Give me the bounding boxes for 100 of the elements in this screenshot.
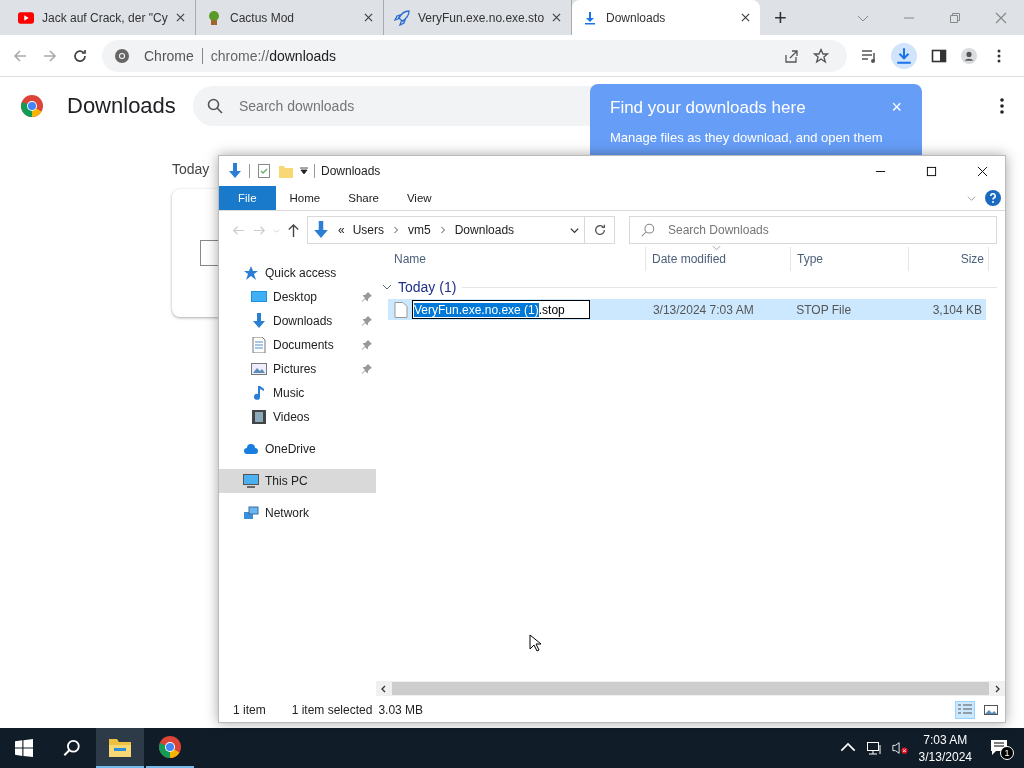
column-header[interactable]: Date modified [646, 247, 791, 271]
more-options-icon[interactable] [1000, 98, 1004, 114]
nav-item[interactable]: Pictures [219, 357, 376, 381]
search-icon [641, 223, 655, 237]
column-header[interactable]: Size [909, 247, 989, 271]
window-title: Downloads [321, 164, 381, 178]
breadcrumb[interactable]: vm5 [408, 223, 431, 237]
reload-icon[interactable] [72, 47, 88, 64]
url-text: chrome://downloads [210, 47, 337, 64]
dropdown-icon[interactable] [300, 167, 308, 175]
browser-tab[interactable]: Jack auf Crack, der "Cy [8, 0, 196, 35]
close-icon[interactable] [977, 165, 988, 177]
address-bar[interactable]: Chrome chrome://downloads [102, 39, 847, 72]
search-icon [207, 98, 223, 114]
page-title: Downloads [67, 93, 177, 119]
share-icon[interactable] [783, 47, 799, 64]
nav-item[interactable]: Network [219, 501, 376, 525]
nav-item[interactable]: Desktop [219, 285, 376, 309]
volume-muted-icon[interactable] [891, 740, 908, 756]
item-count: 1 item [233, 703, 266, 717]
desktop-icon [251, 289, 267, 305]
overflow-chevron[interactable]: « [338, 223, 345, 237]
new-tab-button[interactable]: + [774, 4, 787, 31]
site-label: Chrome [144, 47, 203, 64]
address-field[interactable]: « Users vm5 Downloads [307, 216, 585, 244]
file-row[interactable]: VeryFun.exe.no.exe (1).stop 3/13/2024 7:03 AM STOP File 3,104 KB [388, 299, 986, 320]
nav-item[interactable]: Documents [219, 333, 376, 357]
refresh-icon [592, 223, 607, 237]
size-cell-text: 3,104 KB [931, 302, 983, 317]
music-note-icon [251, 385, 267, 401]
ribbon-tab[interactable]: Home [275, 186, 335, 210]
scroll-right-icon[interactable] [993, 684, 1001, 693]
media-queue-icon[interactable] [861, 47, 877, 64]
cactus-icon [206, 9, 222, 26]
downloads-button[interactable] [891, 42, 917, 69]
rename-field[interactable]: VeryFun.exe.no.exe (1).stop [412, 300, 590, 319]
nav-item[interactable]: Videos [219, 405, 376, 429]
rocket-icon [394, 9, 410, 26]
chrome-logo-icon [158, 735, 182, 759]
type-cell-text: STOP File [795, 302, 853, 317]
close-icon[interactable] [741, 13, 750, 22]
download-arrow-icon [312, 221, 330, 239]
group-header[interactable]: Today (1) [398, 279, 457, 295]
refresh-button[interactable] [585, 216, 615, 244]
side-panel-icon[interactable] [931, 47, 947, 64]
notification-center-button[interactable]: 1 [982, 728, 1018, 768]
network-icon [243, 505, 259, 521]
column-header[interactable]: Type [791, 247, 909, 271]
close-icon[interactable] [364, 13, 373, 22]
sort-indicator-icon [712, 245, 721, 251]
file-icon [394, 301, 408, 318]
star-icon[interactable] [813, 47, 829, 64]
nav-item[interactable]: Music [219, 381, 376, 405]
file-explorer-taskbar-button[interactable] [96, 728, 144, 768]
nav-item[interactable]: OneDrive [219, 437, 376, 461]
promo-text: Manage files as they download, and open them [610, 130, 884, 145]
browser-tab[interactable]: Downloads [572, 0, 760, 35]
properties-icon[interactable] [256, 163, 272, 179]
close-icon[interactable] [176, 13, 185, 22]
breadcrumb[interactable]: Users [352, 223, 385, 237]
selection-size: 3.03 MB [378, 703, 424, 717]
up-arrow-icon[interactable] [286, 222, 301, 238]
film-icon [251, 409, 267, 425]
selection-info: 1 item selected [291, 703, 373, 717]
download-icon [895, 46, 913, 65]
date-cell-text: 3/13/2024 7:03 AM [651, 302, 755, 317]
clock-date[interactable]: 3/13/2024 [918, 749, 972, 764]
network-icon[interactable] [865, 740, 882, 756]
document-icon [251, 337, 267, 353]
ribbon-tab[interactable]: File [219, 186, 276, 210]
help-icon[interactable] [985, 190, 1001, 206]
download-arrow-icon [227, 163, 243, 179]
chrome-logo-icon [114, 47, 130, 64]
nav-item[interactable]: Quick access [219, 261, 376, 285]
star-icon [243, 265, 259, 281]
horizontal-scrollbar[interactable] [376, 681, 1005, 696]
close-icon[interactable] [552, 13, 562, 22]
scroll-left-icon[interactable] [380, 684, 388, 693]
section-label: Today [172, 161, 210, 177]
ribbon-tab[interactable]: View [392, 186, 446, 210]
folder-icon [108, 736, 132, 758]
chrome-logo-icon [20, 94, 44, 118]
ribbon-tab[interactable]: Share [334, 186, 393, 210]
promo-title: Find your downloads here [610, 98, 806, 118]
clock-time[interactable]: 7:03 AM [923, 732, 968, 747]
nav-item[interactable]: This PC [219, 469, 376, 493]
list-icon [957, 703, 973, 717]
play-icon [18, 9, 34, 26]
maximize-icon[interactable] [926, 165, 937, 177]
pictures-icon [251, 361, 267, 377]
nav-item[interactable]: Downloads [219, 309, 376, 333]
profile-avatar-icon[interactable] [961, 47, 977, 64]
breadcrumb[interactable]: Downloads [454, 223, 515, 237]
mouse-cursor-icon [529, 634, 541, 652]
collapse-icon[interactable] [382, 282, 392, 292]
restore-icon[interactable] [949, 11, 961, 24]
browser-tab[interactable]: Cactus Mod [196, 0, 384, 35]
search-field[interactable]: Search Downloads [629, 216, 997, 244]
cloud-icon [243, 441, 259, 457]
column-header[interactable]: Name [376, 247, 646, 271]
